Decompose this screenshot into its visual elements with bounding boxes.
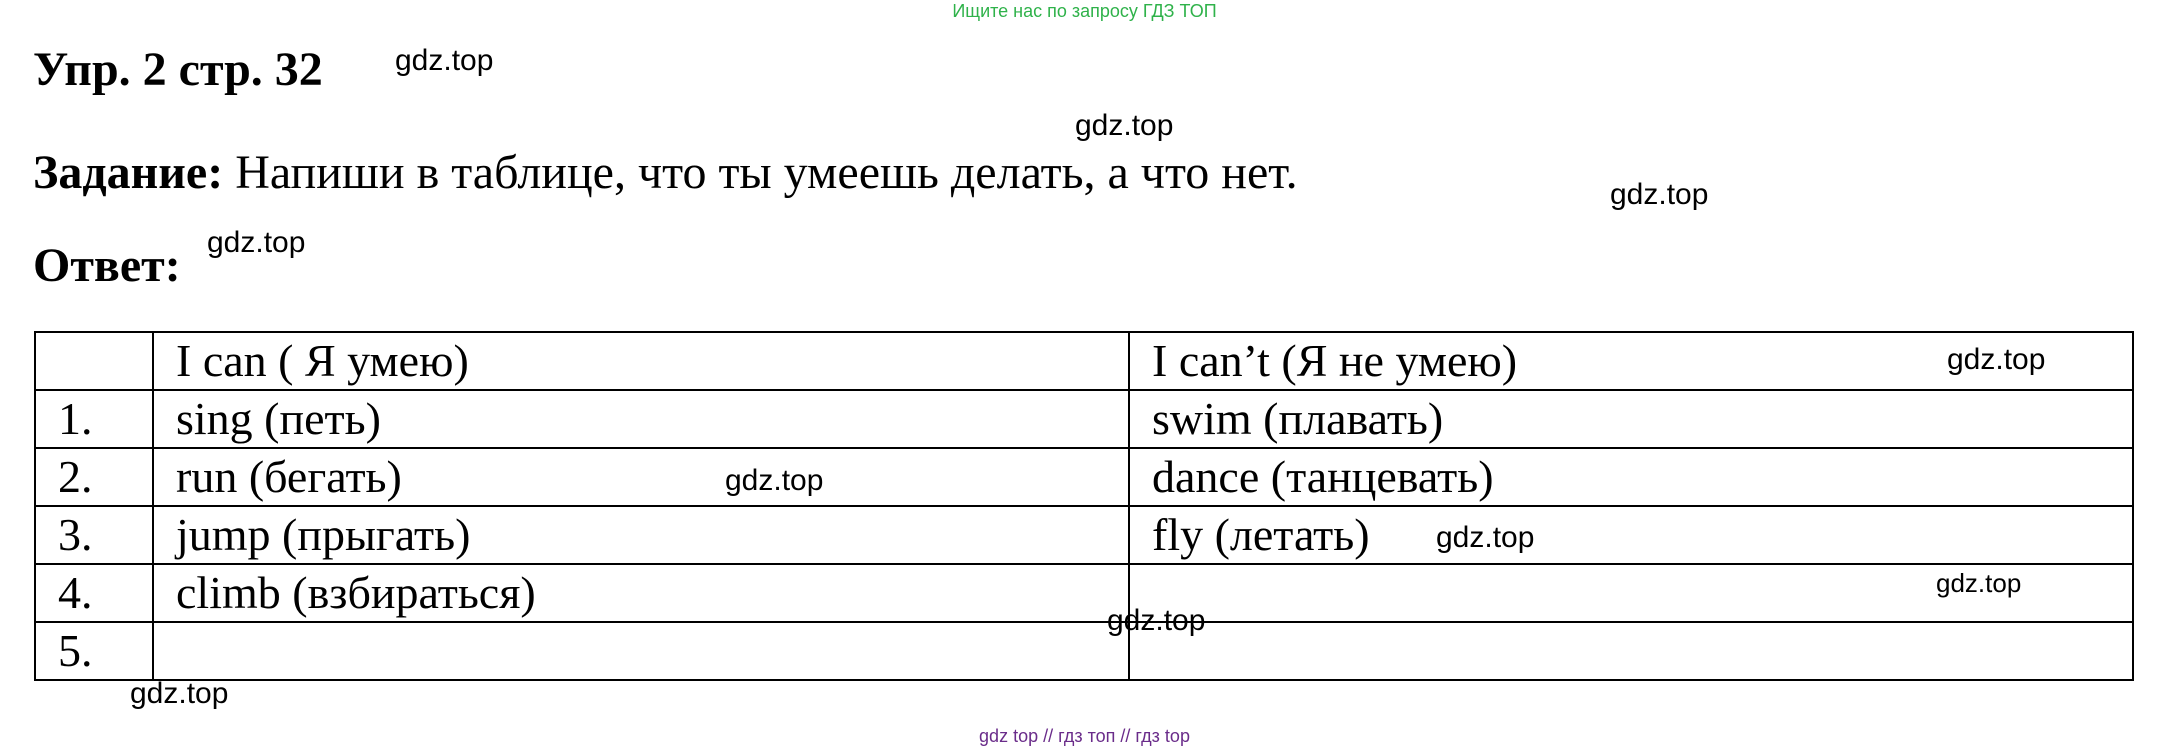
can-cell: climb (взбираться) [152, 563, 1130, 623]
top-banner-text: Ищите нас по запросу ГДЗ ТОП [952, 1, 1217, 21]
can-cell: jump (прыгать) [152, 505, 1130, 565]
watermark-text: gdz.top [207, 226, 306, 259]
task-text: Напиши в таблице, что ты умеешь делать, … [223, 146, 1298, 199]
watermark-text: gdz.top [1107, 604, 1206, 637]
table-header-row: I can ( Я умею) I can’t (Я не умею) [34, 331, 2134, 391]
can-cell: sing (петь) [152, 389, 1130, 449]
row-number-cell: 4. [34, 563, 154, 623]
cant-cell: fly (летать) [1128, 505, 2134, 565]
task-label: Задание: [33, 146, 224, 199]
page-title: Упр. 2 стр. 32 [33, 43, 323, 96]
task-statement: Задание: Напиши в таблице, что ты умеешь… [33, 145, 1298, 201]
watermark-text: gdz.top [725, 464, 824, 497]
watermark-text: gdz.top [395, 44, 494, 77]
table-row: 5. [34, 621, 2134, 681]
watermark-text: gdz.top [1610, 178, 1709, 211]
row-number-cell: 3. [34, 505, 154, 565]
watermark-text: gdz.top [1075, 109, 1174, 142]
table-row: 4. climb (взбираться) [34, 563, 2134, 623]
watermark-text: gdz.top [130, 677, 229, 710]
cant-cell: swim (плавать) [1128, 389, 2134, 449]
row-number-cell: 2. [34, 447, 154, 507]
footer-text: gdz top // гдз топ // гдз top [979, 726, 1190, 746]
watermark-text: gdz.top [1436, 521, 1535, 554]
table-row: 3. jump (прыгать) fly (летать) [34, 505, 2134, 565]
header-cell-number [34, 331, 154, 391]
cant-cell [1128, 621, 2134, 681]
cant-cell: dance (танцевать) [1128, 447, 2134, 507]
answer-table: I can ( Я умею) I can’t (Я не умею) 1. s… [34, 331, 2134, 681]
row-number-cell: 5. [34, 621, 154, 681]
watermark-text: gdz.top [1947, 343, 2046, 376]
table-row: 1. sing (петь) swim (плавать) [34, 389, 2134, 449]
can-cell [152, 621, 1130, 681]
table-row: 2. run (бегать) dance (танцевать) [34, 447, 2134, 507]
answer-label: Ответ: [33, 239, 181, 292]
row-number-cell: 1. [34, 389, 154, 449]
header-cell-can: I can ( Я умею) [152, 331, 1130, 391]
watermark-text: gdz.top [1936, 568, 2022, 598]
can-cell: run (бегать) [152, 447, 1130, 507]
